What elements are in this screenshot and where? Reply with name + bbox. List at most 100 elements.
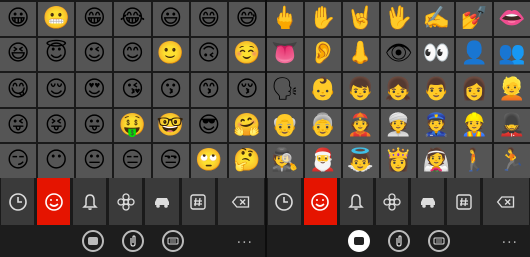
emoji-key[interactable]: 👧 [380, 73, 417, 107]
emoji-key[interactable]: 👅 [267, 37, 303, 72]
emoji-key[interactable]: 🖖 [380, 2, 417, 36]
emoji-key[interactable]: 😘 [114, 73, 151, 107]
emoji-key[interactable]: 😙 [190, 73, 227, 107]
emoji-key[interactable]: 😋 [0, 73, 37, 107]
emoji-key[interactable]: 👄 [494, 2, 530, 36]
emoji-key[interactable]: 😬 [38, 2, 75, 36]
tab-symbols[interactable] [447, 178, 481, 225]
emoji-category-tabs-right [267, 178, 530, 225]
emoji-key[interactable]: 👦 [342, 73, 379, 107]
emoji-key[interactable]: 😑 [114, 144, 151, 178]
tab-smiley[interactable] [37, 178, 71, 225]
emoji-key[interactable]: 👳 [380, 108, 417, 143]
emoji-key[interactable]: ☺️ [228, 37, 265, 72]
emoji-key[interactable]: 🤔 [228, 144, 265, 178]
more-dots[interactable]: ... [237, 231, 253, 247]
paperclip-icon [395, 235, 402, 247]
emoji-key[interactable]: 😃 [152, 2, 189, 36]
emoji-key[interactable]: 🕵 [267, 144, 303, 178]
emoji-key[interactable]: 🤑 [114, 108, 151, 143]
emoji-key[interactable]: 🏃 [494, 144, 530, 178]
emoji-key[interactable]: 👲 [342, 108, 379, 143]
emoji-key[interactable]: 👃 [342, 37, 379, 72]
emoji-key[interactable]: 😗 [152, 73, 189, 107]
emoji-key[interactable]: 🙃 [190, 37, 227, 72]
tab-bell[interactable] [73, 178, 107, 225]
emoji-key[interactable]: 😌 [38, 73, 75, 107]
emoji-key[interactable]: 🤗 [228, 108, 265, 143]
tab-flower[interactable] [109, 178, 143, 225]
tab-car[interactable] [411, 178, 445, 225]
keyboard-bottom-bar-left: ... [0, 225, 265, 257]
backspace-button[interactable] [483, 178, 530, 225]
emoji-key[interactable]: 👸 [380, 144, 417, 178]
emoji-key[interactable]: 👷 [456, 108, 493, 143]
emoji-key[interactable]: 👰 [418, 144, 455, 178]
emoji-key[interactable]: 😇 [38, 37, 75, 72]
emoji-key[interactable]: 😶 [38, 144, 75, 178]
more-dots[interactable]: ... [502, 231, 518, 247]
emoji-key[interactable]: 😅 [228, 2, 265, 36]
emoji-key[interactable]: 😒 [152, 144, 189, 178]
tab-symbols[interactable] [181, 178, 215, 225]
keyboard-button[interactable] [427, 230, 450, 252]
emoji-key[interactable]: 😐 [76, 144, 113, 178]
emoji-key[interactable]: 👂 [304, 37, 341, 72]
emoji-key[interactable]: 🗣 [267, 73, 303, 107]
emoji-key[interactable]: 😝 [38, 108, 75, 143]
emoji-key[interactable]: 😚 [228, 73, 265, 107]
emoji-key[interactable]: 😉 [76, 37, 113, 72]
emoji-mode-button[interactable] [81, 230, 104, 252]
emoji-key[interactable]: 🙄 [190, 144, 227, 178]
emoji-key[interactable]: 👀 [418, 37, 455, 72]
emoji-key[interactable]: 😁 [76, 2, 113, 36]
hash-icon [455, 193, 472, 210]
tab-smiley[interactable] [303, 178, 337, 225]
emoji-key[interactable]: 🎅 [304, 144, 341, 178]
emoji-key[interactable]: 😜 [0, 108, 37, 143]
tab-recent[interactable] [1, 178, 35, 225]
tab-bell[interactable] [339, 178, 373, 225]
attach-button[interactable] [387, 230, 410, 252]
emoji-key[interactable]: 😍 [76, 73, 113, 107]
emoji-key[interactable]: 👩 [456, 73, 493, 107]
emoji-key[interactable]: 💂 [494, 108, 530, 143]
emoji-key[interactable]: 🖕 [267, 2, 303, 36]
clock-icon [275, 192, 294, 211]
emoji-key[interactable]: 👮 [418, 108, 455, 143]
emoji-mode-button[interactable] [347, 230, 370, 252]
emoji-key[interactable]: ✍️ [418, 2, 455, 36]
emoji-key[interactable]: 👁 [380, 37, 417, 72]
keyboard-button[interactable] [161, 230, 184, 252]
emoji-key[interactable]: 💅 [456, 2, 493, 36]
tab-car[interactable] [145, 178, 179, 225]
emoji-key[interactable]: 😛 [76, 108, 113, 143]
emoji-key[interactable]: 😀 [0, 2, 37, 36]
emoji-key[interactable]: 👤 [456, 37, 493, 72]
backspace-button[interactable] [217, 178, 264, 225]
emoji-key[interactable]: 🤓 [152, 108, 189, 143]
emoji-key[interactable]: 😊 [114, 37, 151, 72]
emoji-keyboard-left: 😀 😬 😁 😂 😃 😄 😅 😆 😇 😉 😊 🙂 🙃 ☺️ 😋 😌 😍 😘 😗 😙… [0, 0, 265, 257]
tab-recent[interactable] [268, 178, 301, 225]
emoji-key[interactable]: 👴 [267, 108, 303, 143]
emoji-key[interactable]: 😂 [114, 2, 151, 36]
emoji-key[interactable]: 😆 [0, 37, 37, 72]
emoji-key[interactable]: 👱 [494, 73, 530, 107]
emoji-key[interactable]: 👥 [494, 37, 530, 72]
emoji-key[interactable]: 👼 [342, 144, 379, 178]
emoji-key[interactable]: 👵 [304, 108, 341, 143]
emoji-key[interactable]: 🚶 [456, 144, 493, 178]
emoji-key[interactable]: 🙂 [152, 37, 189, 72]
emoji-key[interactable]: 🤘 [342, 2, 379, 36]
emoji-key[interactable]: 😏 [0, 144, 37, 178]
keyboard-bottom-bar-right: ... [267, 225, 530, 257]
emoji-key[interactable]: 👨 [418, 73, 455, 107]
emoji-key[interactable]: 👶 [304, 73, 341, 107]
emoji-key[interactable]: ✋ [304, 2, 341, 36]
attach-button[interactable] [121, 230, 144, 252]
tab-flower[interactable] [375, 178, 409, 225]
emoji-key[interactable]: 😎 [190, 108, 227, 143]
emoji-key[interactable]: 😄 [190, 2, 227, 36]
keyboard-icon [433, 237, 444, 245]
